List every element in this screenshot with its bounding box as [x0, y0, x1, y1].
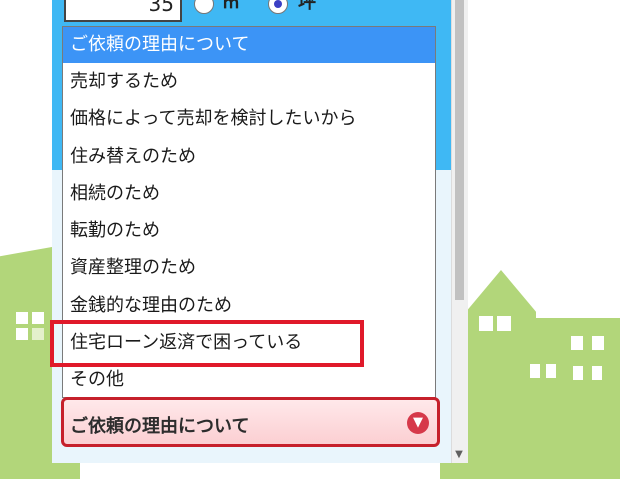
option-inheritance[interactable]: 相続のため	[63, 175, 435, 212]
window	[573, 366, 583, 380]
option-relocation-home[interactable]: 住み替えのため	[63, 138, 435, 175]
window	[497, 316, 511, 331]
reason-select-value: ご依頼の理由について	[70, 416, 250, 437]
window	[546, 364, 556, 378]
scroll-down-arrow-icon[interactable]: ▼	[451, 448, 467, 462]
window	[592, 366, 602, 380]
window	[479, 316, 493, 331]
window	[571, 336, 583, 350]
option-job-transfer[interactable]: 転勤のため	[63, 212, 435, 249]
option-asset-organization[interactable]: 資産整理のため	[63, 249, 435, 286]
unit-label-tsubo: 坪	[298, 0, 316, 13]
window	[16, 312, 28, 324]
reason-select[interactable]: ご依頼の理由について ▼	[61, 397, 440, 447]
option-sale[interactable]: 売却するため	[63, 63, 435, 100]
window	[32, 312, 44, 324]
window	[530, 364, 540, 378]
option-financial-reason[interactable]: 金銭的な理由のため	[63, 287, 435, 324]
scrollbar-thumb[interactable]	[455, 0, 464, 300]
window	[592, 336, 604, 350]
annotation-highlight-box	[50, 320, 364, 367]
radio-checked-dot	[274, 0, 282, 8]
window	[32, 328, 44, 340]
chevron-down-circle-icon: ▼	[407, 412, 429, 434]
option-price-consideration[interactable]: 価格によって売却を検討したいから	[63, 100, 435, 137]
option-placeholder[interactable]: ご依頼の理由について	[63, 27, 435, 63]
unit-label-sqm: ㎡	[222, 0, 240, 13]
window	[16, 328, 28, 340]
area-input[interactable]: 35	[64, 0, 182, 22]
